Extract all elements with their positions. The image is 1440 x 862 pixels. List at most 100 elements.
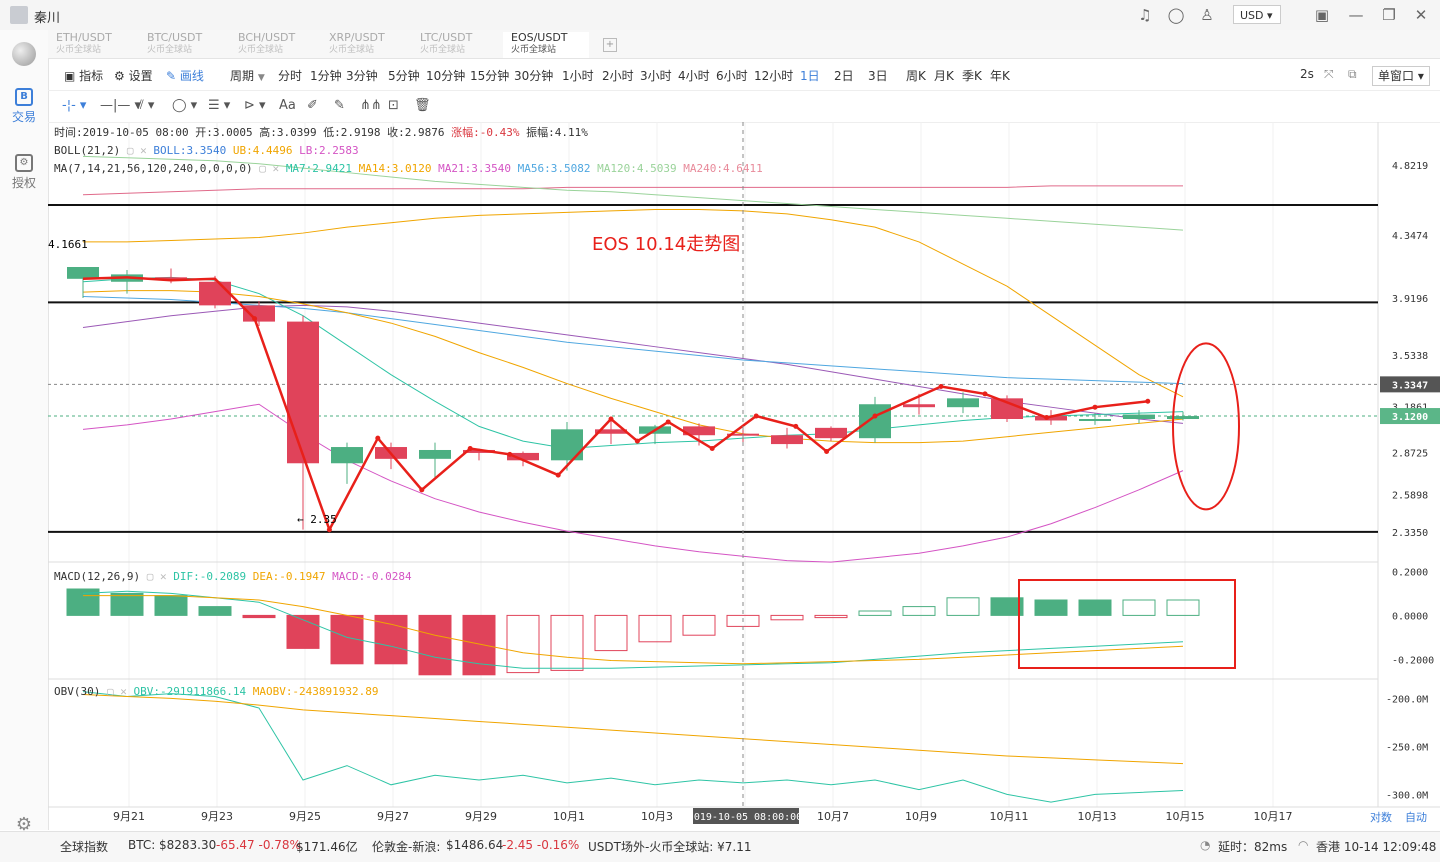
tab-sublabel: 火币全球站: [329, 45, 375, 55]
close-icon[interactable]: ✕: [1412, 6, 1430, 24]
chart-title: EOS 10.14走势图: [592, 234, 740, 255]
interval-11[interactable]: 6小时: [716, 67, 748, 84]
settings-button[interactable]: ⚙ 设置: [114, 67, 153, 84]
btc-price: $8283.30: [159, 838, 217, 852]
interval-18[interactable]: 季K: [962, 67, 982, 84]
magnet-icon[interactable]: ⋔⋔: [360, 98, 382, 113]
x-tick-label: 9月21: [113, 810, 145, 823]
x-tick-label: 10月9: [905, 810, 937, 823]
tab-eos-usdt[interactable]: EOS/USDT 火币全球站: [503, 32, 589, 58]
global-index-label[interactable]: 全球指数: [60, 838, 108, 855]
settings-label: 设置: [128, 69, 153, 83]
brush-icon[interactable]: ✎: [334, 98, 345, 113]
x-tick-label: 9月27: [377, 810, 409, 823]
interval-10[interactable]: 4小时: [678, 67, 710, 84]
fib-icon[interactable]: ☰ ▾: [208, 98, 230, 113]
macd-bar: [374, 614, 408, 665]
trend-arrow-head: [1145, 398, 1151, 404]
tab-sublabel: 火币全球站: [56, 45, 102, 55]
gold-change: -2.45 -0.16%: [502, 838, 580, 852]
user-avatar-icon[interactable]: [10, 6, 28, 24]
sidebar-item-auth[interactable]: ⚙ 授权: [0, 154, 48, 191]
pattern-icon[interactable]: ⊳ ▾: [244, 98, 266, 113]
interval-5[interactable]: 15分钟: [470, 67, 509, 84]
trash-icon[interactable]: 🗑: [414, 98, 431, 113]
interval-16[interactable]: 周K: [906, 67, 926, 84]
user-name[interactable]: 秦川: [34, 7, 60, 26]
macd-bar: [154, 595, 188, 616]
macd-bar: [682, 614, 716, 636]
window-mode-select[interactable]: 单窗口 ▾: [1372, 66, 1430, 86]
parallel-line-icon[interactable]: ⫽ ▾: [138, 98, 154, 113]
btc-volume: $171.46亿: [296, 840, 358, 854]
draw-button[interactable]: ✎ 画线: [166, 67, 204, 84]
candle-body: [947, 398, 979, 408]
obv-field: ▢ ✕: [100, 685, 133, 698]
x-tick-label: 10月17: [1254, 810, 1293, 823]
fullscreen-icon[interactable]: ⤧: [1324, 67, 1334, 82]
macd-bar: [1122, 599, 1156, 616]
interval-1[interactable]: 1分钟: [310, 67, 342, 84]
period-dropdown[interactable]: 周期 ▼: [230, 67, 265, 84]
candle-body: [331, 447, 363, 464]
candle-body: [815, 427, 847, 439]
pin-icon[interactable]: ▣: [1313, 6, 1331, 24]
interval-19[interactable]: 年K: [990, 67, 1010, 84]
chat-icon[interactable]: ◯: [1167, 6, 1185, 24]
add-tab-icon[interactable]: +: [603, 38, 617, 52]
text-icon[interactable]: Aa: [279, 98, 296, 113]
crosshair-icon[interactable]: -¦- ▾: [62, 98, 86, 113]
interval-4[interactable]: 10分钟: [426, 67, 465, 84]
horizontal-line-icon[interactable]: —|— ▾: [100, 98, 141, 113]
trend-arrow-head: [938, 384, 944, 390]
macd-bar: [506, 614, 540, 674]
tab-label: EOS/USDT: [511, 31, 568, 44]
interval-0[interactable]: 分时: [278, 67, 302, 84]
macd-highlight-box: [1018, 579, 1236, 669]
auth-icon: ⚙: [15, 154, 33, 172]
interval-17[interactable]: 月K: [934, 67, 954, 84]
macd-bar: [770, 614, 804, 621]
tab-btc-usdt[interactable]: BTC/USDT 火币全球站: [139, 32, 225, 58]
ma-field: MA120:4.5039: [591, 162, 677, 175]
popout-icon[interactable]: ⧉: [1348, 67, 1357, 82]
pencil-icon: ✎: [166, 69, 177, 83]
tab-ltc-usdt[interactable]: LTC/USDT 火币全球站: [412, 32, 498, 58]
lock-icon[interactable]: ⊡: [388, 98, 399, 113]
ruler-icon[interactable]: ✐: [307, 98, 318, 113]
interval-6[interactable]: 30分钟: [514, 67, 553, 84]
interval-15[interactable]: 3日: [868, 67, 888, 84]
shirt-icon[interactable]: ♙: [1198, 6, 1216, 24]
interval-2[interactable]: 3分钟: [346, 67, 378, 84]
x-tick-label: 10月3: [641, 810, 673, 823]
chart-area[interactable]: 4.82194.34743.91963.53383.18612.87252.58…: [48, 122, 1440, 830]
btc-change: -65.47 -0.78%: [216, 838, 301, 852]
interval-13[interactable]: 1日: [800, 67, 820, 84]
interval-7[interactable]: 1小时: [562, 67, 594, 84]
info-field: 开:3.0005: [195, 126, 259, 139]
interval-12[interactable]: 12小时: [754, 67, 793, 84]
macd-bar: [638, 614, 672, 643]
x-tick-label: 10月1: [553, 810, 585, 823]
interval-9[interactable]: 3小时: [640, 67, 672, 84]
interval-14[interactable]: 2日: [834, 67, 854, 84]
restore-icon[interactable]: ❐: [1380, 6, 1398, 24]
candle-body: [1079, 418, 1111, 421]
x-tick-label: 9月25: [289, 810, 321, 823]
trend-arrow-head: [665, 419, 671, 425]
interval-8[interactable]: 2小时: [602, 67, 634, 84]
tab-xrp-usdt[interactable]: XRP/USDT 火币全球站: [321, 32, 407, 58]
candle-body: [903, 404, 935, 408]
minimize-icon[interactable]: —: [1347, 6, 1365, 24]
interval-3[interactable]: 5分钟: [388, 67, 420, 84]
currency-select[interactable]: USD ▾: [1233, 5, 1281, 24]
sidebar-item-trade[interactable]: B 交易: [0, 88, 48, 125]
title-bar: 秦川 ♫ ◯ ♙ USD ▾ ▣ — ❐ ✕: [0, 0, 1440, 31]
indicator-button[interactable]: ▣ 指标: [64, 67, 103, 84]
refresh-rate[interactable]: 2s: [1300, 67, 1314, 81]
bell-icon[interactable]: ♫: [1136, 6, 1154, 24]
tab-label: BCH/USDT: [238, 31, 296, 44]
tab-eth-usdt[interactable]: ETH/USDT 火币全球站: [48, 32, 134, 58]
tab-bch-usdt[interactable]: BCH/USDT 火币全球站: [230, 32, 316, 58]
circle-icon[interactable]: ◯ ▾: [172, 98, 197, 113]
